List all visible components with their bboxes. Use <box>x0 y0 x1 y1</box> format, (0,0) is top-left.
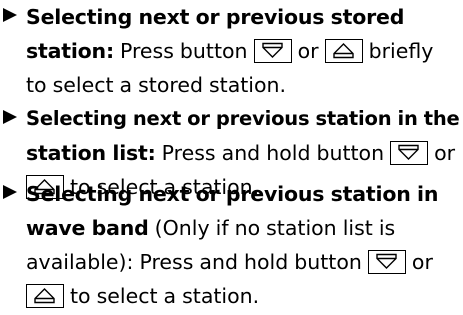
instruction-line: Selecting next or previous stored <box>26 0 404 34</box>
instruction-text: Press and hold button <box>155 141 391 165</box>
triangle-bullet-icon <box>3 8 17 22</box>
instruction-heading: station: <box>26 39 114 63</box>
instruction-heading: Selecting next or previous stored <box>26 5 405 29</box>
down-arrow-icon <box>261 42 283 58</box>
instruction-line: wave band (Only if no station list is <box>26 211 395 245</box>
instruction-line: station: Press button or briefly <box>26 34 433 68</box>
instruction-heading: wave band <box>26 216 149 240</box>
instruction-line: Selecting next or previous station in th… <box>26 102 460 136</box>
instruction-heading: Selecting next or previous station in th… <box>26 107 460 130</box>
instruction-heading: Selecting next or previous station in <box>26 182 439 206</box>
down-button-key <box>367 250 406 274</box>
instruction-line: Selecting next or previous station in <box>26 177 438 211</box>
instruction-line: to select a stored station. <box>26 68 286 102</box>
down-button-key <box>390 141 429 165</box>
up-arrow-icon <box>332 43 354 59</box>
down-button-key <box>253 39 292 63</box>
instruction-text: or <box>291 39 325 63</box>
down-arrow-icon <box>398 144 419 160</box>
instruction-text: to select a station. <box>64 284 260 308</box>
instruction-text: Press button <box>113 39 254 63</box>
triangle-bullet-icon <box>3 185 17 199</box>
instruction-line: to select a station. <box>26 279 259 313</box>
instruction-text: to select a stored station. <box>26 73 287 97</box>
instruction-text: briefly <box>362 39 434 63</box>
instruction-text: or <box>428 141 456 165</box>
up-button-key <box>26 284 64 308</box>
triangle-bullet-icon <box>3 110 17 124</box>
instruction-text: (Only if no station list is <box>148 216 396 240</box>
instruction-line: station list: Press and hold button or <box>26 136 455 170</box>
instruction-text: or <box>405 250 433 274</box>
instruction-heading: station list: <box>26 141 156 165</box>
down-arrow-icon <box>376 253 397 269</box>
instruction-line: available): Press and hold button or <box>26 245 433 279</box>
up-arrow-icon <box>34 288 55 304</box>
up-button-key <box>324 39 363 63</box>
instruction-text: available): Press and hold button <box>26 250 368 274</box>
